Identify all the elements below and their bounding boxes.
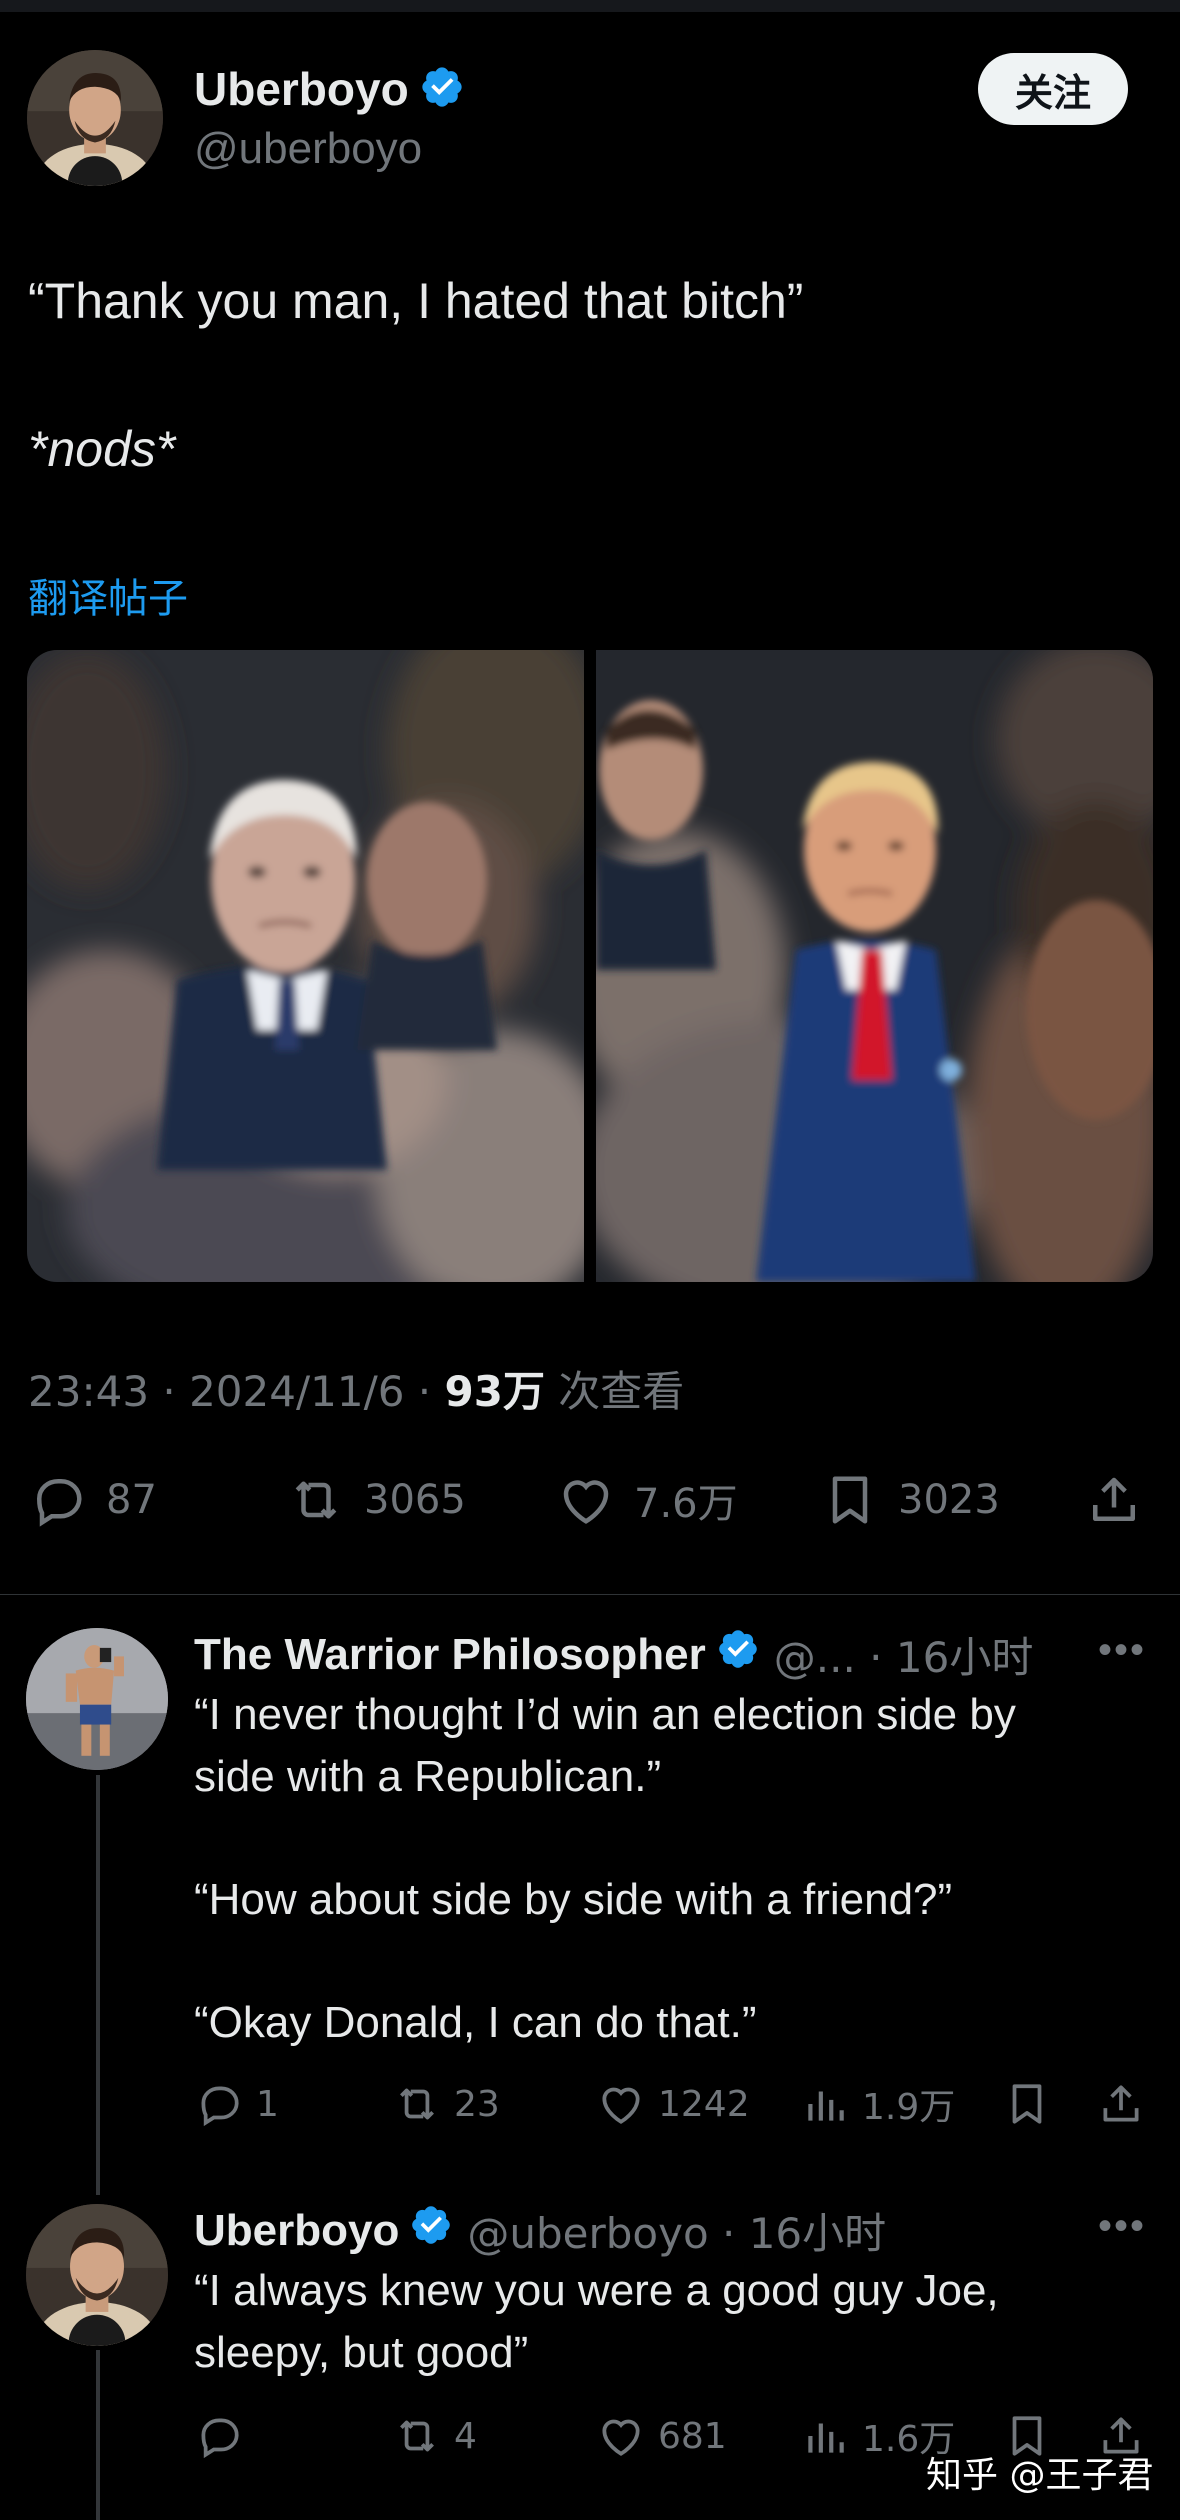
reply-author-name[interactable]: Uberboyo bbox=[194, 2206, 399, 2256]
share-action[interactable] bbox=[1084, 1465, 1162, 1535]
tweet-media[interactable] bbox=[27, 650, 1153, 1282]
reply-icon bbox=[201, 2086, 239, 2127]
retweet-icon bbox=[295, 1481, 337, 1519]
tweet-meta: 23:43 · 2024/11/6 · 93万 次查看 bbox=[28, 1358, 684, 1419]
bookmark-count: 3023 bbox=[898, 1477, 1000, 1523]
like-count: 1242 bbox=[658, 2083, 750, 2125]
view-count: 1.9万 bbox=[862, 2087, 956, 2128]
retweet-count: 3065 bbox=[364, 1477, 466, 1523]
retweet-action[interactable]: 23 bbox=[392, 2074, 500, 2134]
author-name-text[interactable]: Uberboyo bbox=[194, 63, 409, 115]
heart-icon bbox=[602, 2419, 640, 2456]
author-handle[interactable]: @uberboyo bbox=[194, 124, 422, 174]
like-action[interactable]: 681 bbox=[596, 2406, 727, 2466]
verified-badge-icon bbox=[716, 1627, 760, 1682]
more-options-icon[interactable]: ••• bbox=[1098, 1628, 1146, 1673]
reply-text-line: “How about side by side with a friend?” bbox=[194, 1875, 953, 1924]
tweet-text-line-2: *nods* bbox=[28, 421, 176, 477]
heart-icon bbox=[602, 2087, 640, 2124]
share-icon bbox=[1103, 2085, 1139, 2122]
reply-text-line: side with a Republican.” bbox=[194, 1752, 662, 1801]
reply-header: The Warrior Philosopher @... · 16小时 bbox=[194, 1624, 1033, 1685]
heart-icon bbox=[563, 1480, 609, 1524]
author-avatar[interactable] bbox=[27, 50, 163, 186]
watermark: 知乎 @王子君 bbox=[926, 2455, 1154, 2496]
follow-button[interactable]: 关注 bbox=[978, 53, 1128, 125]
bookmark-icon bbox=[832, 1476, 868, 1524]
reply-action[interactable]: 1 bbox=[194, 2074, 279, 2134]
verified-badge-icon bbox=[409, 2203, 453, 2258]
more-options-icon[interactable]: ••• bbox=[1098, 2204, 1146, 2249]
reply-text-line: “I always knew you were a good guy Joe, bbox=[194, 2266, 999, 2315]
thread-connector bbox=[96, 1775, 100, 2195]
like-action[interactable]: 7.6万 bbox=[556, 1465, 738, 1535]
translate-post-link[interactable]: 翻译帖子 bbox=[28, 566, 188, 624]
share-icon bbox=[1093, 1477, 1135, 1521]
analytics-icon bbox=[808, 2091, 844, 2121]
analytics-icon bbox=[808, 2423, 844, 2453]
retweet-count: 23 bbox=[454, 2083, 500, 2125]
reply-text-line: “Okay Donald, I can do that.” bbox=[194, 1998, 757, 2047]
reply-author-name[interactable]: The Warrior Philosopher bbox=[194, 1630, 706, 1680]
bookmark-action[interactable] bbox=[1002, 2074, 1064, 2134]
like-action[interactable]: 1242 bbox=[596, 2074, 750, 2134]
photo-right[interactable] bbox=[596, 650, 1153, 1282]
retweet-action[interactable]: 3065 bbox=[286, 1465, 466, 1535]
reply-action[interactable]: 87 bbox=[28, 1465, 157, 1535]
retweet-icon bbox=[400, 2420, 434, 2452]
reply-text-line: “I never thought I’d win an election sid… bbox=[194, 1690, 1016, 1739]
status-strip bbox=[0, 0, 1180, 12]
section-divider bbox=[0, 1594, 1180, 1595]
thread-connector bbox=[96, 2350, 100, 2520]
photo-left[interactable] bbox=[27, 650, 584, 1282]
views-action[interactable]: 1.9万 bbox=[800, 2074, 955, 2134]
retweet-icon bbox=[400, 2088, 434, 2120]
reply-icon bbox=[36, 1479, 82, 1527]
reply-count: 1 bbox=[256, 2083, 279, 2125]
bookmark-action[interactable]: 3023 bbox=[820, 1465, 1000, 1535]
reply-meta: @... · 16小时 bbox=[773, 1633, 1034, 1682]
share-action[interactable] bbox=[1096, 2074, 1158, 2134]
reply-count: 87 bbox=[106, 1477, 157, 1523]
author-name[interactable]: Uberboyo bbox=[194, 62, 465, 121]
reply-avatar[interactable] bbox=[26, 1628, 168, 1770]
reply-header: Uberboyo @uberboyo · 16小时 bbox=[194, 2200, 886, 2261]
tweet-text-line-1: “Thank you man, I hated that bitch” bbox=[28, 273, 804, 329]
verified-badge-icon bbox=[419, 64, 465, 121]
reply-avatar[interactable] bbox=[26, 2204, 168, 2346]
bookmark-icon bbox=[1012, 2084, 1042, 2124]
reply-meta: @uberboyo · 16小时 bbox=[467, 2209, 887, 2258]
view-count: 93万 bbox=[444, 1367, 545, 1416]
reply-text-line: sleepy, but good” bbox=[194, 2328, 529, 2377]
reply-action[interactable] bbox=[194, 2406, 256, 2466]
reply-icon bbox=[201, 2418, 239, 2459]
view-count-suffix: 次查看 bbox=[544, 1367, 685, 1416]
like-count: 681 bbox=[658, 2415, 727, 2457]
retweet-count: 4 bbox=[454, 2415, 477, 2457]
tweet-timestamp[interactable]: 23:43 · 2024/11/6 · bbox=[28, 1367, 445, 1416]
like-count: 7.6万 bbox=[634, 1481, 738, 1527]
retweet-action[interactable]: 4 bbox=[392, 2406, 477, 2466]
